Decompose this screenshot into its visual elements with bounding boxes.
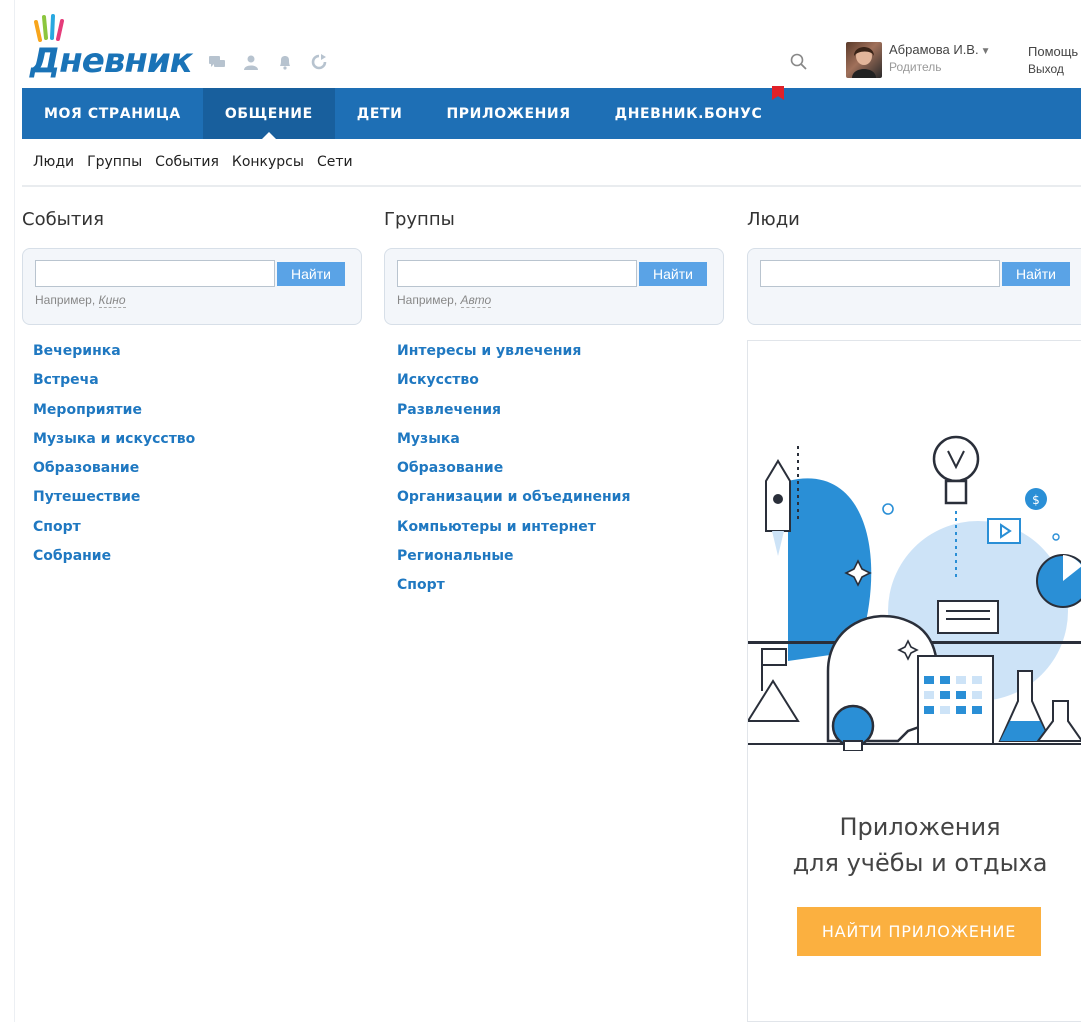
nav-apps[interactable]: ПРИЛОЖЕНИЯ [424, 88, 592, 139]
groups-column: Группы Найти Например, Авто Интересы и у… [384, 200, 724, 593]
events-search-button[interactable]: Найти [277, 262, 345, 286]
promo-title: Приложения [839, 813, 1001, 841]
main-nav: МОЯ СТРАНИЦА ОБЩЕНИЕ ДЕТИ ПРИЛОЖЕНИЯ ДНЕ… [22, 88, 1081, 139]
list-item[interactable]: Спорт [397, 575, 630, 604]
list-item[interactable]: Компьютеры и интернет [397, 517, 630, 546]
nav-children[interactable]: ДЕТИ [335, 88, 425, 139]
list-item[interactable]: Образование [33, 458, 195, 487]
list-item[interactable]: Образование [397, 458, 630, 487]
people-search-button[interactable]: Найти [1002, 262, 1070, 286]
apps-promo-banner: $ Приложения для учёбы и отдыха НАЙТИ ПР… [747, 340, 1081, 1022]
subnav-groups[interactable]: Группы [87, 154, 142, 170]
svg-text:$: $ [1032, 493, 1040, 507]
people-title: Люди [747, 209, 800, 230]
list-item[interactable]: Интересы и увлечения [397, 341, 630, 370]
refresh-icon[interactable] [309, 53, 329, 71]
subnav-contests[interactable]: Конкурсы [232, 154, 304, 170]
events-search-example: Например, Кино [35, 293, 126, 308]
user-role: Родитель [889, 60, 942, 74]
example-word-link[interactable]: Авто [460, 293, 492, 308]
list-item[interactable]: Музыка и искусство [33, 429, 195, 458]
list-item[interactable]: Спорт [33, 517, 195, 546]
example-prefix: Например, [35, 293, 96, 307]
list-item[interactable]: Собрание [33, 546, 195, 575]
subnav-networks[interactable]: Сети [317, 154, 353, 170]
groups-search-example: Например, Авто [397, 293, 492, 308]
people-search-input[interactable] [760, 260, 1000, 287]
logo[interactable]: Дневник [30, 14, 193, 81]
find-app-button[interactable]: НАЙТИ ПРИЛОЖЕНИЕ [797, 907, 1041, 956]
groups-category-list: Интересы и увлечения Искусство Развлечен… [397, 341, 630, 605]
header: Дневник Абрамова И.В. ▼ Родитель Помощь В… [0, 0, 1081, 88]
example-word-link[interactable]: Кино [98, 293, 126, 308]
list-item[interactable]: Мероприятие [33, 400, 195, 429]
events-column: События Найти Например, Кино Вечеринка В… [22, 200, 362, 564]
search-icon[interactable] [789, 52, 809, 72]
subnav-people[interactable]: Люди [33, 154, 74, 170]
user-icon[interactable] [241, 53, 261, 71]
groups-search-input[interactable] [397, 260, 637, 287]
nav-communication[interactable]: ОБЩЕНИЕ [202, 88, 335, 139]
list-item[interactable]: Вечеринка [33, 341, 195, 370]
groups-search-box: Найти Например, Авто [384, 248, 724, 325]
list-item[interactable]: Путешествие [33, 487, 195, 516]
list-item[interactable]: Организации и объединения [397, 487, 630, 516]
events-title: События [22, 209, 104, 230]
events-search-box: Найти Например, Кино [22, 248, 362, 325]
subnav-events[interactable]: События [155, 154, 219, 170]
groups-search-button[interactable]: Найти [639, 262, 707, 286]
list-item[interactable]: Искусство [397, 370, 630, 399]
people-search-box: Найти [747, 248, 1081, 325]
user-name: Абрамова И.В. [889, 42, 979, 57]
help-link[interactable]: Помощь [1028, 44, 1078, 59]
events-category-list: Вечеринка Встреча Мероприятие Музыка и и… [33, 341, 195, 575]
groups-title: Группы [384, 209, 455, 230]
logo-text: Дневник [30, 41, 193, 81]
logo-hand-icon [34, 14, 64, 42]
avatar[interactable] [846, 42, 882, 78]
user-menu[interactable]: Абрамова И.В. ▼ [889, 42, 991, 57]
chat-icon[interactable] [207, 53, 227, 71]
nav-bonus[interactable]: ДНЕВНИК.БОНУС [593, 88, 785, 139]
example-prefix: Например, [397, 293, 458, 307]
page-left-border [14, 0, 15, 1022]
top-icons [207, 53, 329, 71]
exit-link[interactable]: Выход [1028, 62, 1064, 76]
list-item[interactable]: Встреча [33, 370, 195, 399]
list-item[interactable]: Музыка [397, 429, 630, 458]
nav-my-page[interactable]: МОЯ СТРАНИЦА [22, 88, 203, 139]
list-item[interactable]: Региональные [397, 546, 630, 575]
chevron-down-icon: ▼ [980, 46, 991, 57]
people-column: Люди Найти [747, 200, 1081, 325]
bell-icon[interactable] [275, 53, 295, 71]
sub-nav: Люди Группы События Конкурсы Сети [22, 139, 1081, 187]
promo-subtitle: для учёбы и отдыха [792, 849, 1048, 877]
list-item[interactable]: Развлечения [397, 400, 630, 429]
events-search-input[interactable] [35, 260, 275, 287]
apps-illustration: $ [748, 435, 1081, 751]
